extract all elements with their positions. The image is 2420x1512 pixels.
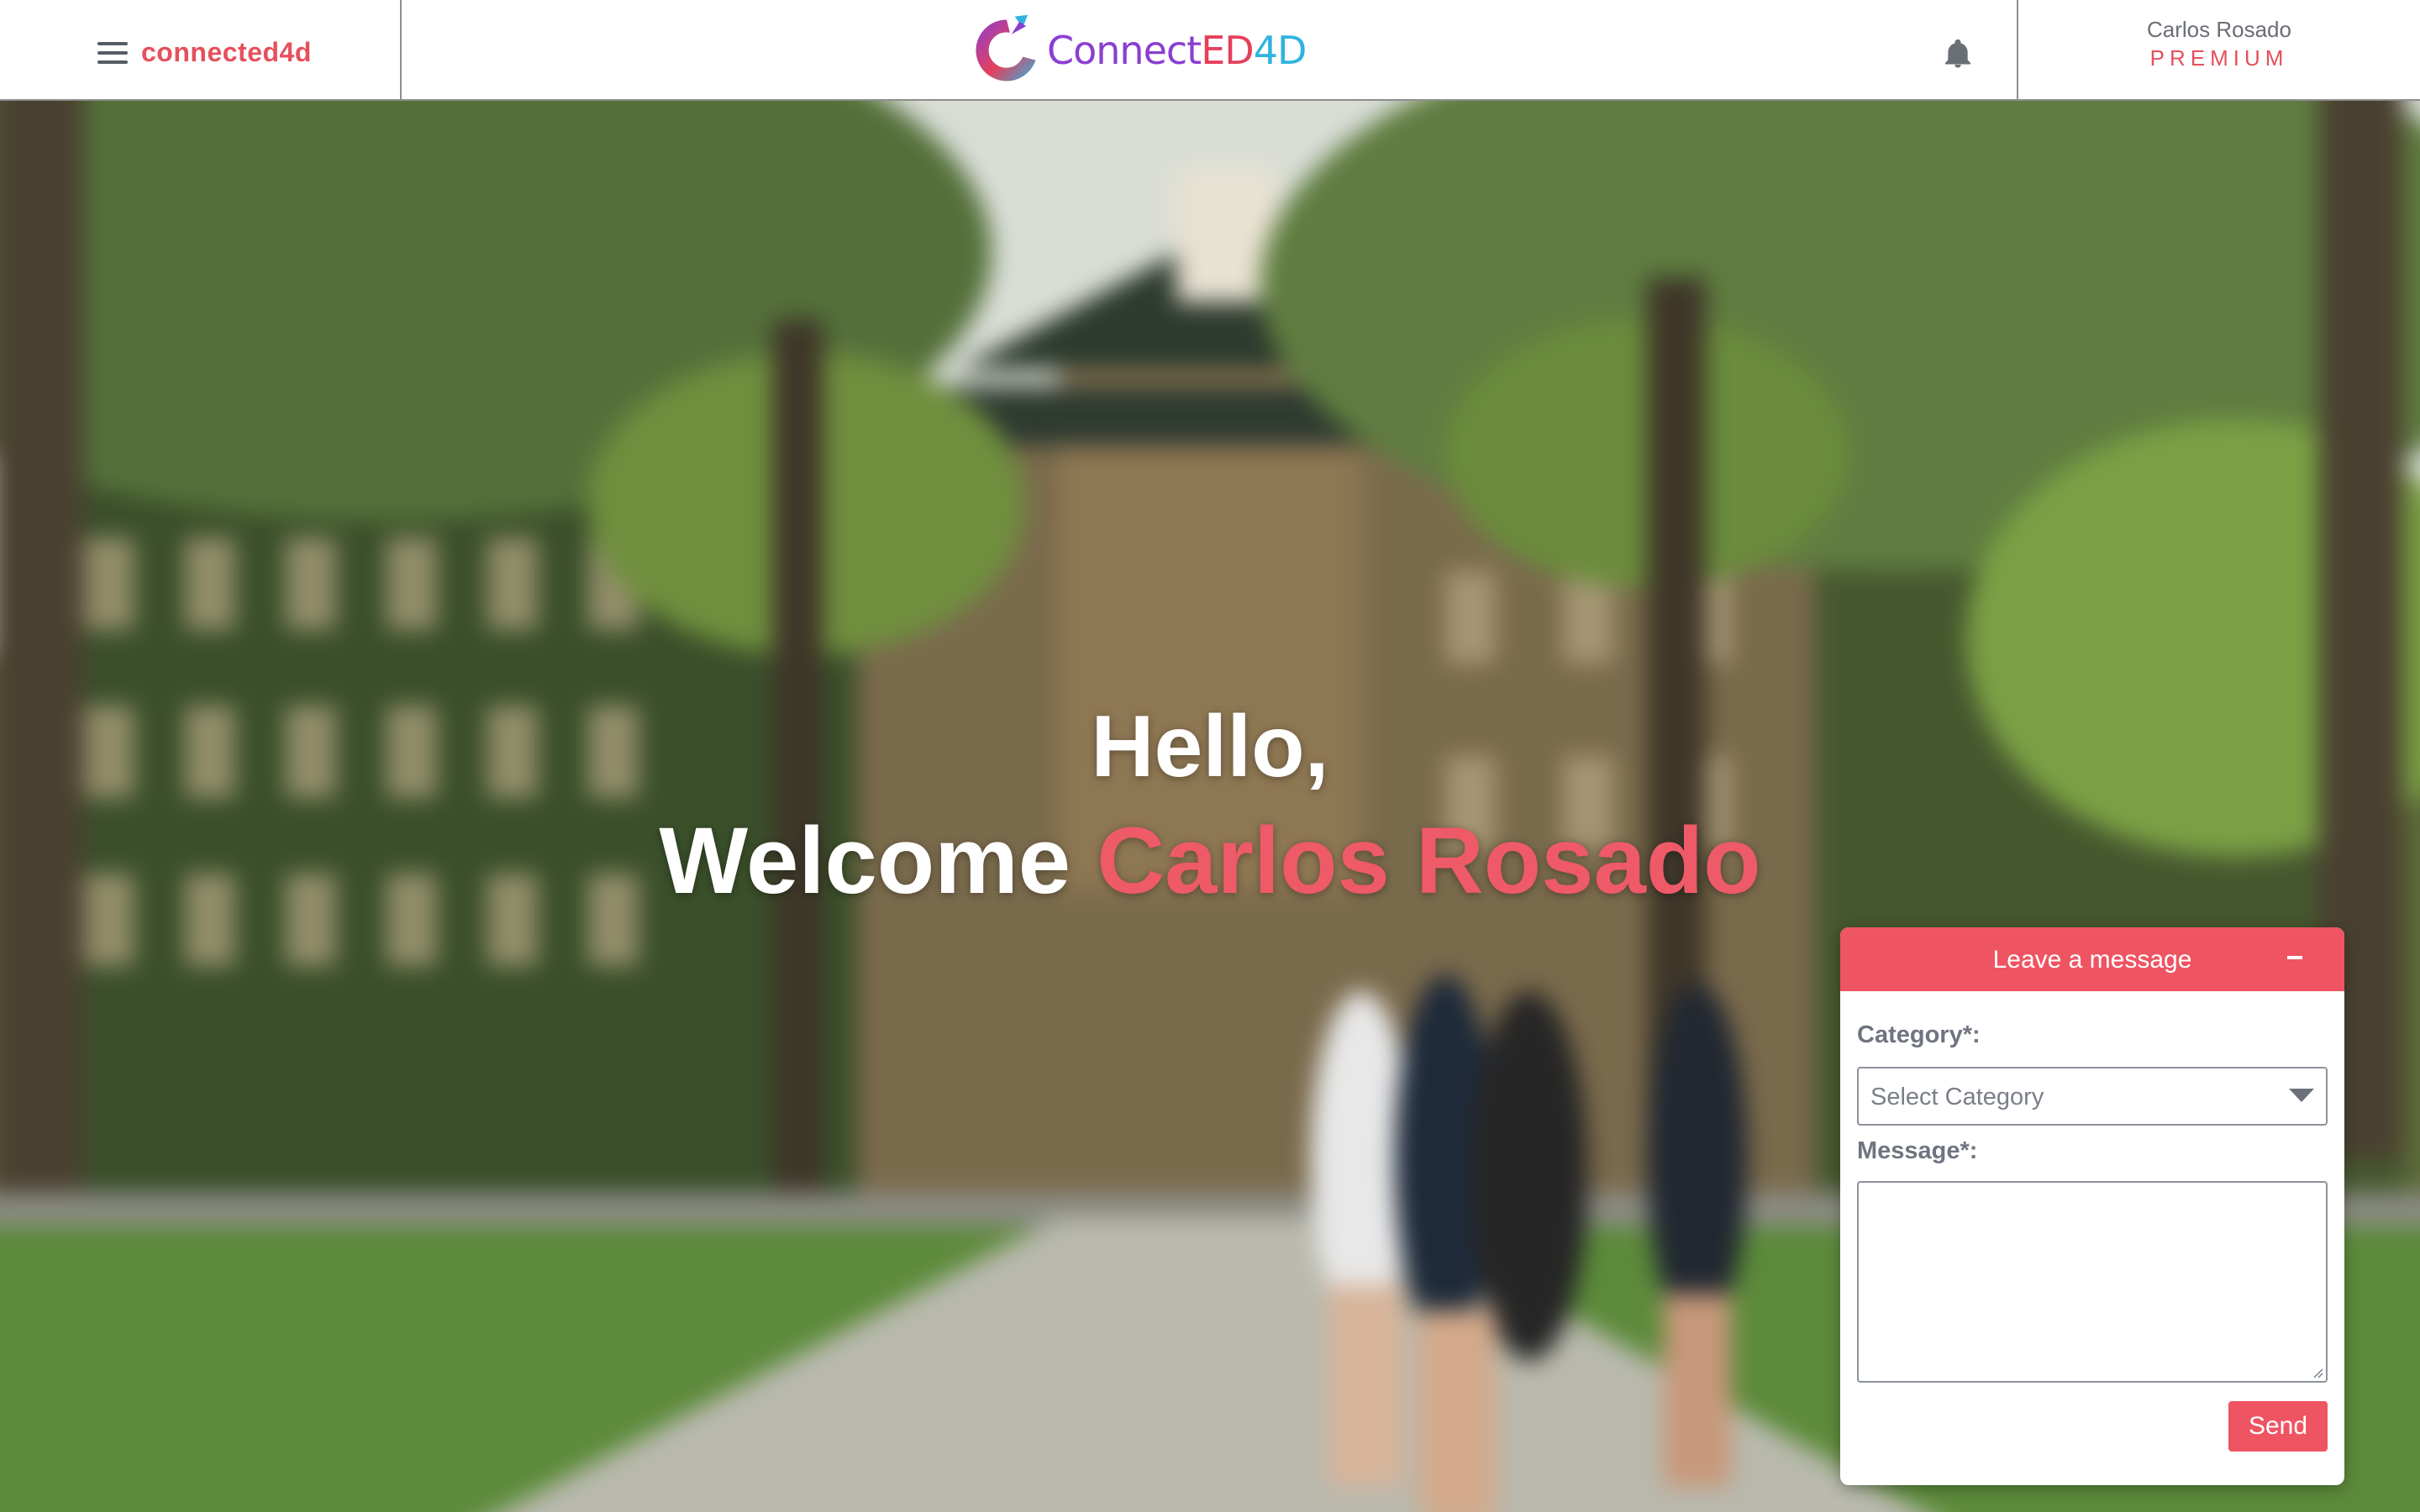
leave-message-widget: Leave a message Category*: Select Catego… xyxy=(1840,927,2344,1485)
top-navigation-bar: connected4d ConnectED4D Carlos Rosado PR… xyxy=(0,0,2420,101)
chevron-down-icon xyxy=(2289,1089,2314,1102)
menu-cell: connected4d xyxy=(0,0,402,99)
logo-wordmark: ConnectED4D xyxy=(1047,28,1307,73)
message-widget-header[interactable]: Leave a message xyxy=(1840,927,2344,991)
user-name: Carlos Rosado xyxy=(2147,17,2291,42)
resize-grip-icon[interactable] xyxy=(2312,1367,2323,1378)
logo-part-4d: 4D xyxy=(1253,28,1307,73)
category-select-placeholder: Select Category xyxy=(1870,1084,2044,1110)
logo-mark-icon xyxy=(976,14,1036,81)
logo-part-ed: ED xyxy=(1201,28,1254,73)
menu-brand-label[interactable]: connected4d xyxy=(141,37,312,68)
welcome-user-name: Carlos Rosado xyxy=(1097,808,1761,913)
category-label: Category*: xyxy=(1857,1021,1981,1048)
bell-icon[interactable] xyxy=(1941,37,1975,71)
message-widget-title: Leave a message xyxy=(1992,946,2192,974)
send-button[interactable]: Send xyxy=(2228,1401,2328,1452)
hamburger-menu-icon[interactable] xyxy=(97,42,128,64)
welcome-prefix: Welcome xyxy=(659,808,1071,913)
category-select[interactable]: Select Category xyxy=(1857,1067,2328,1126)
minimize-icon[interactable] xyxy=(2287,956,2302,959)
logo-part-connect: Connect xyxy=(1047,28,1202,73)
hero-greeting: Hello, xyxy=(1091,698,1329,795)
message-textarea[interactable] xyxy=(1857,1181,2328,1383)
hero-welcome-heading: Welcome Carlos Rosado xyxy=(0,806,2420,915)
user-tier-badge: PREMIUM xyxy=(2149,45,2289,71)
user-profile-menu[interactable]: Carlos Rosado PREMIUM xyxy=(2017,0,2420,99)
message-label: Message*: xyxy=(1857,1137,1978,1164)
connected4d-logo[interactable]: ConnectED4D xyxy=(966,10,1307,91)
